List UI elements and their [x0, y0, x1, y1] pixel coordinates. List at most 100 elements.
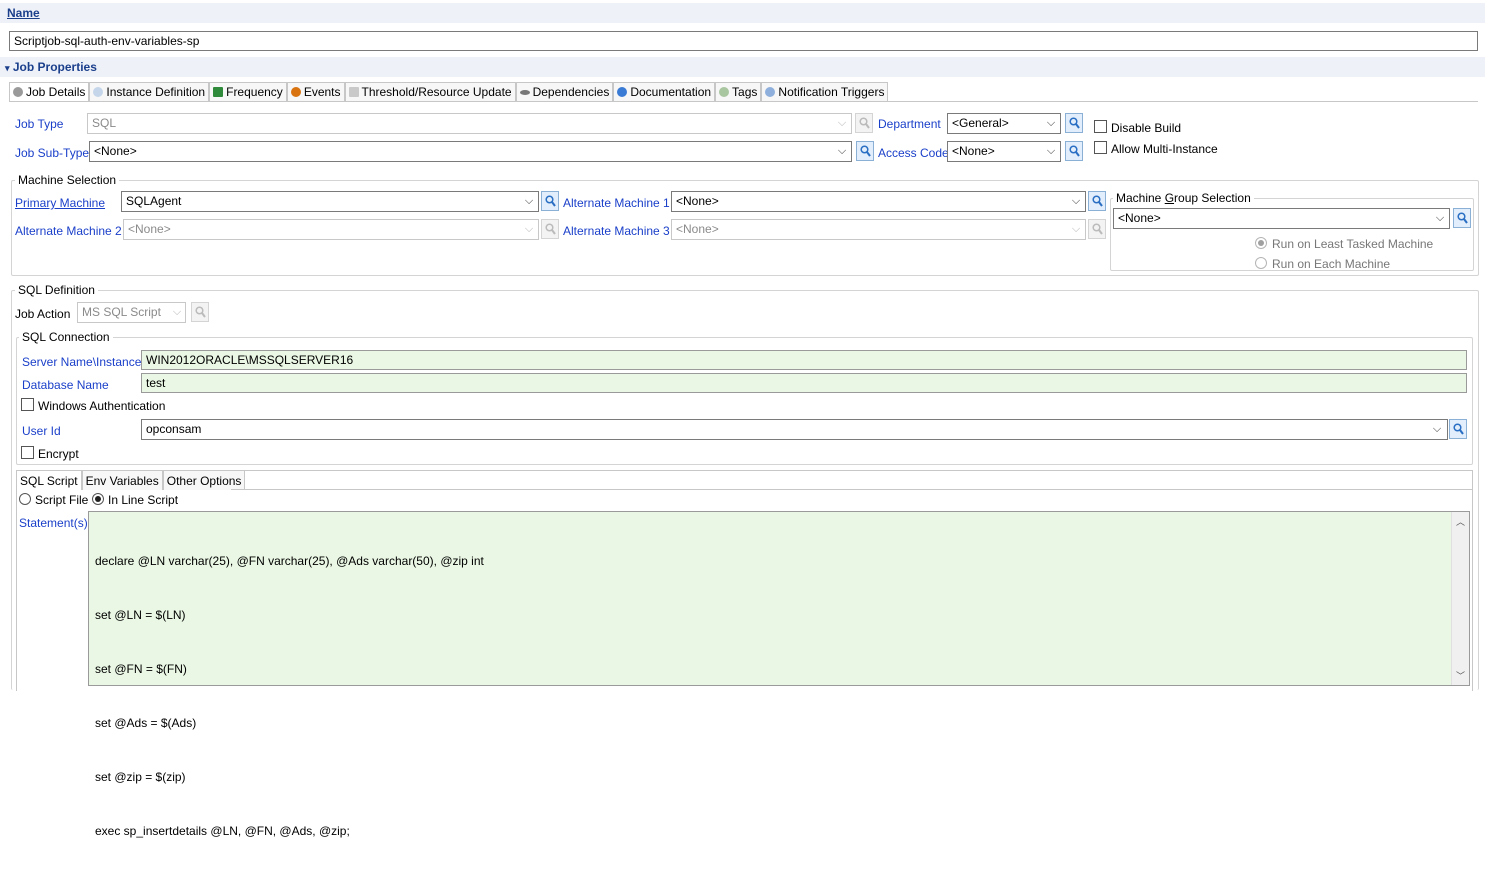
collapse-arrow-icon[interactable]: ▾ — [5, 63, 10, 73]
name-section-title: Name — [7, 6, 40, 20]
sql-definition-title: SQL Definition — [15, 283, 98, 297]
alternate-machine-3-select: <None> — [671, 219, 1086, 240]
job-type-lookup-button — [855, 113, 873, 133]
statement-line: declare @LN varchar(25), @FN varchar(25)… — [95, 554, 484, 568]
encrypt-checkbox[interactable] — [21, 446, 34, 459]
job-type-select: SQL — [87, 113, 852, 134]
search-icon — [860, 145, 871, 157]
scroll-down-icon[interactable]: ﹀ — [1452, 669, 1469, 682]
run-least-tasked-radio — [1255, 237, 1267, 249]
sql-connection-title: SQL Connection — [19, 330, 113, 344]
user-id-lookup-button[interactable] — [1449, 419, 1467, 439]
chevron-down-icon[interactable]: ⌵ — [1043, 114, 1059, 133]
job-type-label: Job Type — [15, 117, 64, 131]
department-label: Department — [878, 117, 941, 131]
search-icon — [545, 195, 556, 207]
search-icon — [1069, 145, 1080, 157]
calendar-icon — [213, 87, 224, 97]
info-icon — [617, 87, 628, 97]
chevron-down-icon[interactable]: ⌵ — [1043, 142, 1059, 161]
user-id-select[interactable]: opconsam — [141, 419, 1448, 440]
tab-job-details[interactable]: Job Details — [9, 82, 90, 101]
tab-frequency[interactable]: Frequency — [209, 82, 287, 101]
scroll-up-icon[interactable]: ︿ — [1452, 515, 1469, 528]
search-icon — [1453, 423, 1464, 435]
disable-build-checkbox[interactable] — [1094, 120, 1107, 133]
job-properties-title: Job Properties — [12, 60, 97, 74]
chevron-down-icon: ⌵ — [524, 223, 534, 235]
subtabs-divider — [231, 489, 1472, 490]
user-id-label: User Id — [22, 424, 61, 438]
tab-other-options[interactable]: Other Options — [162, 471, 246, 490]
allow-multi-instance-checkbox[interactable] — [1094, 141, 1107, 154]
tab-documentation[interactable]: Documentation — [613, 82, 716, 101]
department-lookup-button[interactable] — [1065, 113, 1083, 133]
primary-machine-label[interactable]: Primary Machine — [15, 195, 105, 211]
job-action-label: Job Action — [15, 307, 71, 321]
allow-multi-instance-label: Allow Multi-Instance — [1111, 142, 1218, 156]
chevron-down-icon[interactable]: ⌵ — [834, 142, 850, 161]
access-code-lookup-button[interactable] — [1065, 141, 1083, 161]
tab-env-variables[interactable]: Env Variables — [81, 471, 163, 490]
primary-machine-lookup-button[interactable] — [541, 191, 559, 211]
script-file-radio[interactable] — [19, 493, 31, 505]
tag-icon — [719, 87, 730, 97]
script-file-label: Script File — [35, 493, 89, 507]
alternate-machine-1-lookup-button[interactable] — [1088, 191, 1106, 211]
machine-selection-title: Machine Selection — [15, 173, 120, 187]
tab-notification-triggers[interactable]: Notification Triggers — [761, 82, 889, 101]
chevron-down-icon[interactable]: ⌵ — [521, 192, 537, 211]
job-tabs: Job Details Instance Definition Frequenc… — [9, 82, 889, 101]
chevron-down-icon: ⌵ — [172, 306, 182, 318]
tab-tags[interactable]: Tags — [715, 82, 762, 101]
tab-sql-script[interactable]: SQL Script — [17, 471, 82, 490]
tab-instance-definition[interactable]: Instance Definition — [89, 82, 210, 101]
access-code-label: Access Code — [878, 146, 949, 160]
chevron-down-icon[interactable]: ⌵ — [1429, 420, 1445, 439]
job-sub-type-lookup-button[interactable] — [856, 141, 874, 161]
alternate-machine-3-label: Alternate Machine 3 — [563, 224, 670, 238]
inline-script-label: In Line Script — [108, 493, 179, 507]
server-name-input[interactable]: WIN2012ORACLE\MSSQLSERVER16 — [141, 350, 1467, 370]
statement-line: set @FN = $(FN) — [95, 662, 187, 676]
alternate-machine-2-select: <None> — [123, 219, 539, 240]
statements-editor[interactable]: declare @LN varchar(25), @FN varchar(25)… — [88, 511, 1470, 838]
tab-dependencies[interactable]: Dependencies — [515, 82, 614, 101]
alternate-machine-1-select[interactable]: <None> — [671, 191, 1086, 212]
alternate-machine-1-label: Alternate Machine 1 — [563, 196, 670, 210]
machine-group-selection-title: Machine Group Selection — [1113, 191, 1254, 205]
chevron-down-icon: ⌵ — [1071, 223, 1081, 235]
alert-icon — [290, 87, 301, 97]
run-each-machine-radio — [1255, 257, 1267, 269]
search-icon — [1092, 223, 1103, 235]
alternate-machine-2-lookup-button — [541, 219, 559, 239]
chevron-down-icon[interactable]: ⌵ — [1068, 192, 1084, 211]
name-section-header: Name — [0, 3, 1485, 23]
sql-subtabs: SQL Script Env Variables Other Options — [17, 471, 246, 490]
database-name-input[interactable]: test — [141, 373, 1467, 393]
statement-line: set @zip = $(zip) — [95, 770, 186, 784]
job-sub-type-select[interactable]: <None> — [89, 141, 852, 162]
statements-label: Statement(s) — [19, 516, 88, 530]
statement-line: set @LN = $(LN) — [95, 608, 186, 622]
windows-authentication-checkbox[interactable] — [21, 398, 34, 411]
job-properties-header[interactable]: ▾ Job Properties — [0, 57, 1485, 77]
machine-group-lookup-button[interactable] — [1453, 208, 1471, 228]
search-icon — [545, 223, 556, 235]
name-input[interactable]: Scriptjob-sql-auth-env-variables-sp — [9, 31, 1478, 51]
machine-group-select[interactable]: <None> — [1113, 208, 1450, 229]
tab-events[interactable]: Events — [286, 82, 345, 101]
statements-scrollbar[interactable]: ︿ ﹀ — [1451, 512, 1469, 685]
search-icon — [1092, 195, 1103, 207]
disable-build-label: Disable Build — [1111, 121, 1182, 135]
statements-text: declare @LN varchar(25), @FN varchar(25)… — [95, 516, 484, 876]
primary-machine-select[interactable]: SQLAgent — [121, 191, 539, 212]
inline-script-radio[interactable] — [92, 493, 104, 505]
tab-threshold-resource-update[interactable]: Threshold/Resource Update — [344, 82, 516, 101]
chevron-down-icon[interactable]: ⌵ — [1432, 209, 1448, 228]
job-action-lookup-button — [191, 302, 209, 322]
run-each-machine-label: Run on Each Machine — [1272, 257, 1391, 271]
link-icon — [519, 89, 530, 95]
tabs-divider — [9, 101, 1478, 102]
windows-authentication-label: Windows Authentication — [38, 399, 166, 413]
